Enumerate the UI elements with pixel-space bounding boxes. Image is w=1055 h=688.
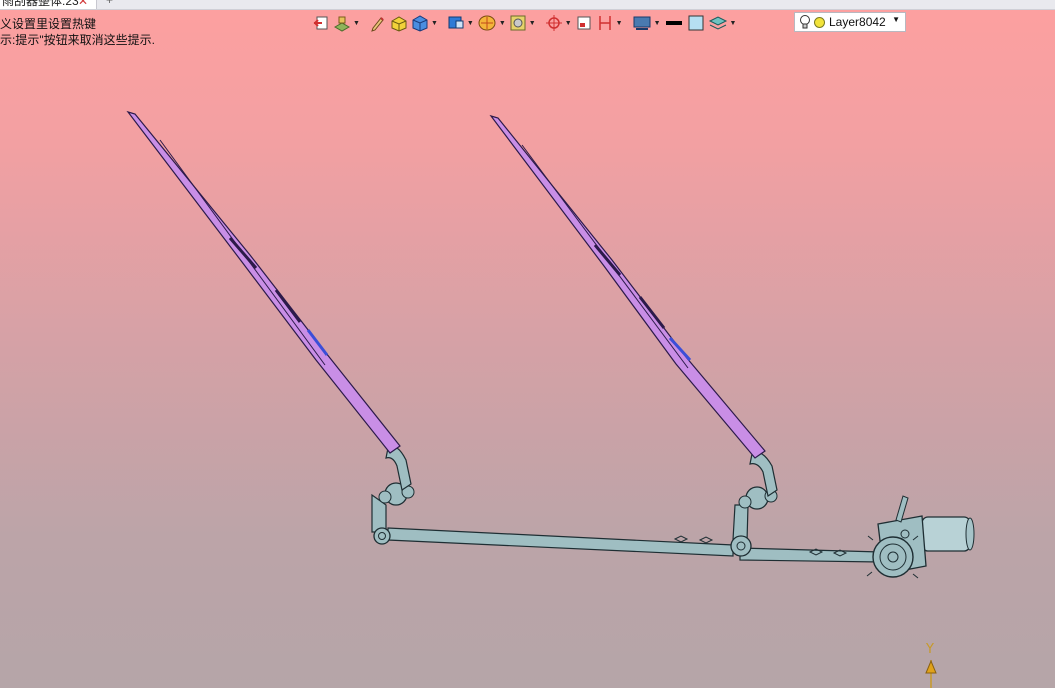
- right-wiper-arm: [489, 114, 778, 497]
- left-wiper-arm: [126, 110, 412, 491]
- wiper-assembly-model[interactable]: [0, 0, 1055, 688]
- y-axis-indicator: [925, 659, 937, 688]
- wiper-motor: [866, 495, 975, 579]
- y-axis-label: Y: [926, 642, 934, 657]
- right-crank: [730, 486, 778, 557]
- linkage-rod: [387, 527, 881, 563]
